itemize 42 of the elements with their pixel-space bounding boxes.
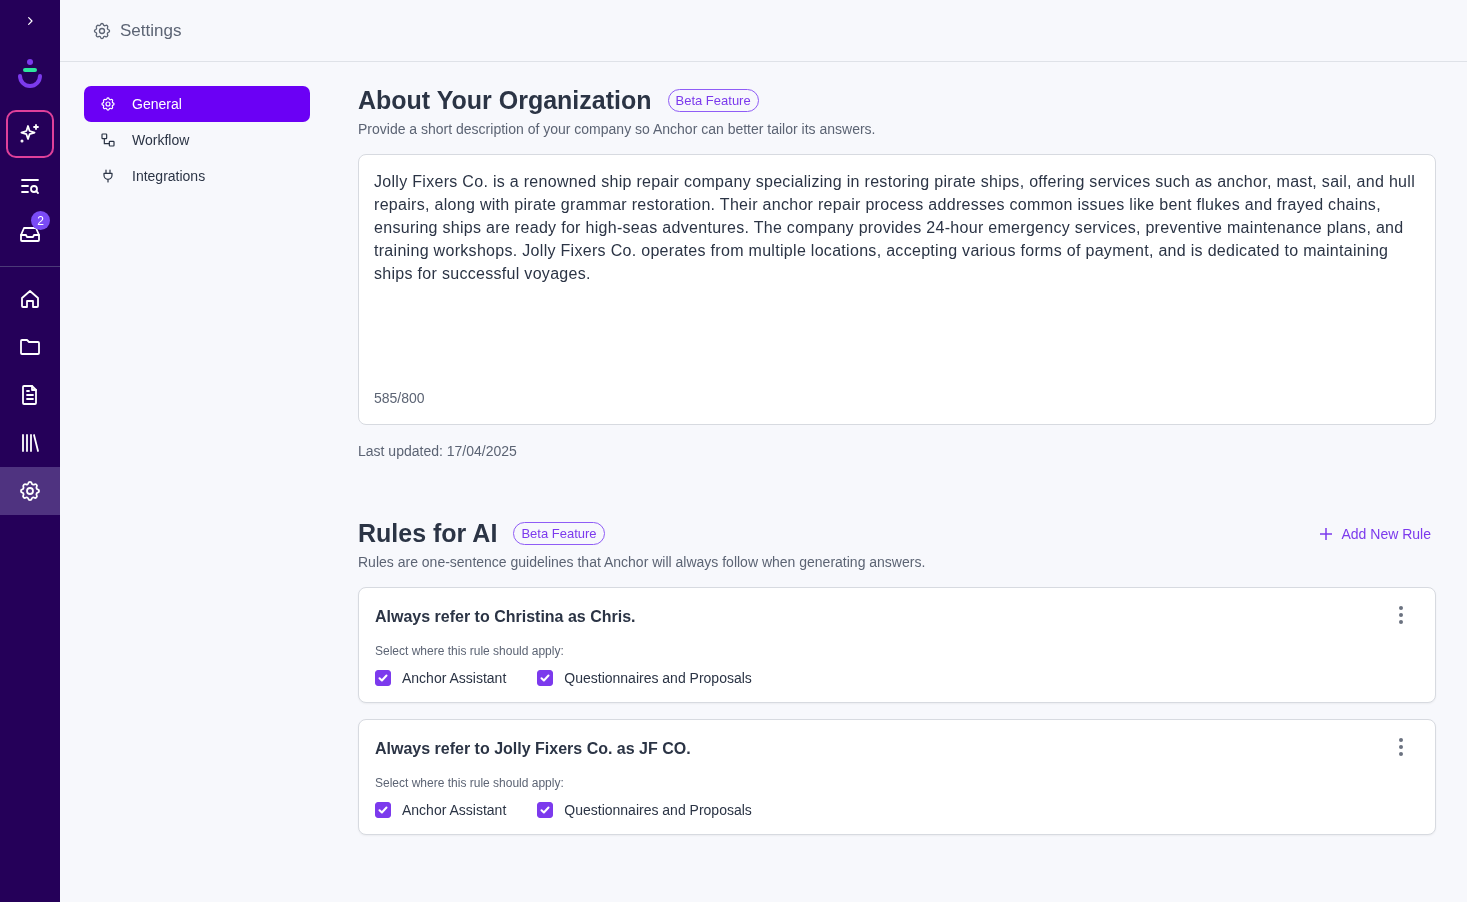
inbox-button[interactable]: 2 bbox=[0, 210, 60, 258]
settings-icon bbox=[92, 20, 112, 41]
section-description: Provide a short description of your company so Anchor can better tailor its answers. bbox=[358, 121, 877, 137]
rule-text: Always refer to Jolly Fixers Co. as JF CO. bbox=[375, 740, 691, 758]
count-badge: 2 bbox=[31, 211, 50, 230]
checkbox[interactable] bbox=[375, 670, 391, 686]
settings-icon bbox=[18, 479, 42, 503]
sparkle-button[interactable] bbox=[6, 110, 54, 158]
checkmark-icon bbox=[539, 804, 552, 816]
plug-icon bbox=[100, 168, 116, 184]
checkbox[interactable] bbox=[537, 802, 554, 818]
section-title: Rules for AI bbox=[358, 519, 498, 548]
checkbox[interactable] bbox=[375, 802, 391, 818]
option-label: Anchor Assistant bbox=[402, 802, 507, 818]
apply-label: Select where this rule should apply: bbox=[375, 644, 565, 658]
more-options-icon[interactable] bbox=[1399, 606, 1403, 624]
last-updated-text: Last updated: 17/04/2025 bbox=[358, 443, 518, 459]
settings-button[interactable] bbox=[0, 467, 60, 515]
logo-icon bbox=[17, 58, 43, 90]
plus-icon bbox=[1318, 526, 1333, 541]
section-description: Rules are one-sentence guidelines that Anchor will always follow when generating answers. bbox=[358, 554, 927, 570]
section-title: About Your Organization bbox=[358, 86, 652, 115]
page-title: Settings bbox=[120, 20, 182, 41]
more-options-icon[interactable] bbox=[1399, 738, 1403, 756]
settings-icon bbox=[100, 96, 116, 112]
nav-item[interactable]: General bbox=[84, 86, 310, 122]
option-label: Questionnaires and Proposals bbox=[564, 670, 752, 686]
description-field[interactable]: Jolly Fixers Co. is a renowned ship repair company specializing in restoring pirate ships, offering services such as anchor, mast, sail, and hull repairs, along with pirate grammar restoration. Their anchor repair process addresses common issues like bent flukes and frayed chains, ensuring ships are ready for high-seas adventures. The company provides 24-hour emergency services, preventive maintenance plans, and training workshops. Jolly Fixers Co. operates from multiple locations, accepting various forms of payment, and is dedicated to maintaining ships for successful voyages. 585/800 bbox=[358, 154, 1436, 425]
nav-item[interactable]: Integrations bbox=[84, 158, 310, 194]
option-label: Anchor Assistant bbox=[402, 670, 507, 686]
checkmark-icon bbox=[377, 804, 389, 816]
checkbox[interactable] bbox=[537, 670, 554, 686]
apply-label: Select where this rule should apply: bbox=[375, 776, 565, 790]
home-icon bbox=[18, 287, 42, 311]
nav-item[interactable]: Workflow bbox=[84, 122, 310, 158]
checkmark-icon bbox=[377, 672, 389, 684]
checkmark-icon bbox=[539, 672, 552, 684]
add-rule-button[interactable]: Add New Rule bbox=[1318, 525, 1436, 542]
rule-text: Always refer to Christina as Chris. bbox=[375, 608, 636, 626]
option-label: Questionnaires and Proposals bbox=[564, 802, 752, 818]
workflow-icon bbox=[100, 132, 116, 148]
character-counter: 585/800 bbox=[374, 390, 426, 406]
